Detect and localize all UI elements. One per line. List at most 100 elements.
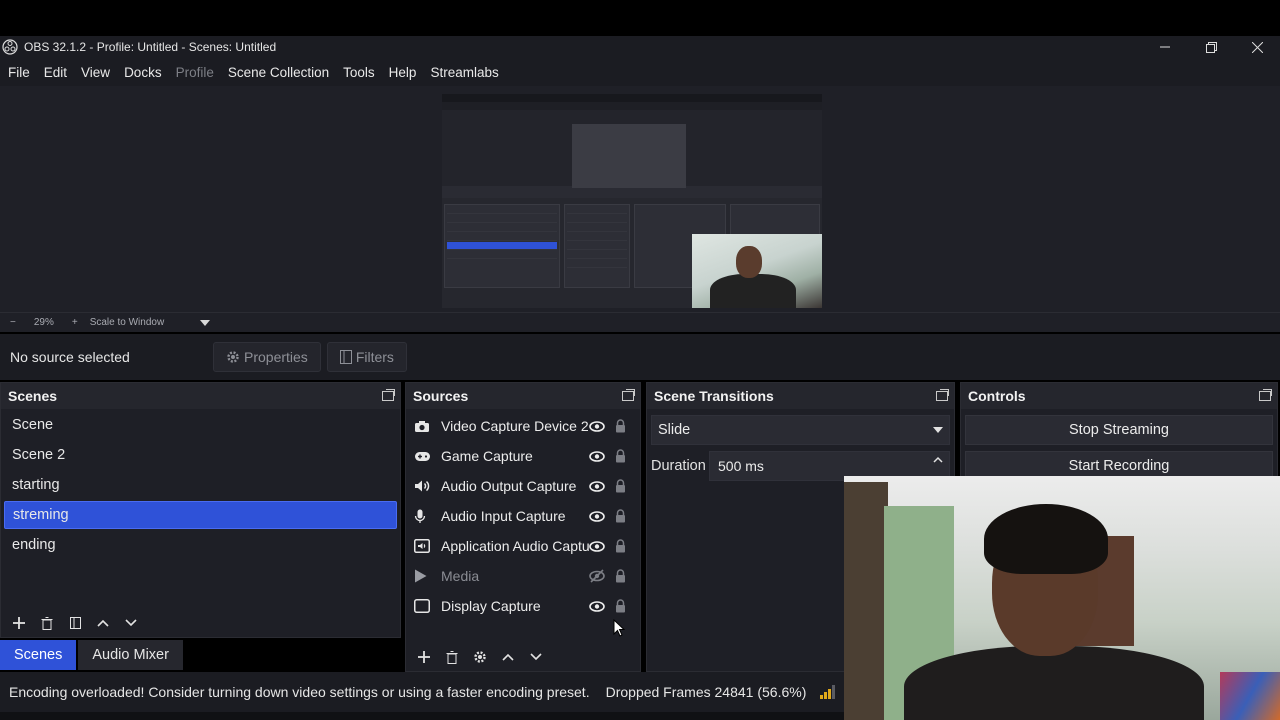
lock-icon[interactable] — [615, 449, 629, 463]
eye-icon[interactable] — [589, 600, 607, 612]
source-item[interactable]: Audio Input Capture — [406, 501, 640, 531]
properties-button[interactable]: Properties — [213, 342, 321, 372]
lock-icon[interactable] — [615, 479, 629, 493]
lock-icon[interactable] — [615, 569, 629, 583]
scenes-toolbar — [1, 609, 145, 637]
nested-obs-menubar — [442, 102, 822, 110]
tab-scenes[interactable]: Scenes — [0, 640, 77, 670]
mouse-cursor-icon — [613, 619, 625, 637]
add-source-button[interactable] — [410, 645, 438, 669]
undock-icon[interactable] — [936, 389, 949, 401]
chevron-up-icon[interactable] — [933, 456, 943, 463]
lock-icon[interactable] — [615, 419, 629, 433]
scene-filters-button[interactable] — [61, 611, 89, 635]
source-item[interactable]: Application Audio Capture — [406, 531, 640, 561]
lock-icon[interactable] — [615, 599, 629, 613]
eye-icon[interactable] — [589, 510, 607, 522]
sources-dock-header: Sources — [406, 383, 640, 409]
gear-icon — [474, 651, 486, 663]
lock-icon[interactable] — [615, 539, 629, 553]
zoom-out-button[interactable]: − — [10, 317, 16, 328]
minimize-button[interactable] — [1142, 36, 1188, 58]
menu-help[interactable]: Help — [389, 65, 417, 80]
source-item-label: Application Audio Capture — [441, 538, 589, 554]
transitions-dock-title: Scene Transitions — [654, 388, 774, 404]
menu-bar: File Edit View Docks Profile Scene Colle… — [0, 58, 1280, 86]
menu-docks[interactable]: Docks — [124, 65, 162, 80]
menu-streamlabs[interactable]: Streamlabs — [430, 65, 498, 80]
menu-scene-collection[interactable]: Scene Collection — [228, 65, 329, 80]
eye-slash-icon[interactable] — [589, 569, 607, 583]
nested-scenes-dock — [444, 204, 560, 288]
menu-tools[interactable]: Tools — [343, 65, 375, 80]
restore-button[interactable] — [1188, 36, 1234, 58]
scene-item-selected[interactable]: streming — [4, 501, 397, 529]
menu-profile[interactable]: Profile — [176, 65, 214, 80]
obs-logo-icon — [2, 39, 18, 55]
stop-streaming-button[interactable]: Stop Streaming — [965, 415, 1273, 445]
menu-edit[interactable]: Edit — [44, 65, 67, 80]
sources-toolbar — [406, 643, 550, 671]
minimize-icon — [1160, 46, 1170, 48]
filter-icon — [69, 617, 81, 629]
source-properties-button[interactable] — [466, 645, 494, 669]
nested-obs-canvas — [572, 124, 686, 188]
dock-tabs: Scenes Audio Mixer — [0, 640, 185, 670]
restore-icon — [1205, 41, 1217, 53]
chevron-down-icon — [933, 427, 943, 433]
source-item[interactable]: Game Capture — [406, 441, 640, 471]
camera-icon — [414, 420, 432, 433]
lock-icon[interactable] — [615, 509, 629, 523]
undock-icon[interactable] — [382, 389, 395, 401]
duration-label: Duration — [651, 458, 706, 474]
close-button[interactable] — [1234, 36, 1280, 58]
dropped-frames: Dropped Frames 24841 (56.6%) — [605, 684, 807, 700]
preview-canvas[interactable] — [442, 94, 822, 308]
eye-icon[interactable] — [589, 450, 607, 462]
source-item[interactable]: Display Capture — [406, 591, 640, 621]
scene-item-label: streming — [13, 507, 69, 523]
scene-item[interactable]: ending — [4, 531, 397, 559]
scene-item[interactable]: starting — [4, 471, 397, 499]
menu-view[interactable]: View — [81, 65, 110, 80]
source-item-label: Video Capture Device 2 — [441, 418, 589, 434]
zoom-in-button[interactable]: + — [72, 317, 78, 328]
eye-icon[interactable] — [589, 540, 607, 552]
scenes-dock-title: Scenes — [8, 388, 58, 404]
add-scene-button[interactable] — [5, 611, 33, 635]
move-source-up-button[interactable] — [494, 645, 522, 669]
filter-icon — [339, 350, 352, 364]
preview-area[interactable] — [0, 86, 1280, 312]
transition-select[interactable]: Slide — [651, 415, 950, 445]
source-item[interactable]: Video Capture Device 2 — [406, 411, 640, 441]
nested-obs-preview — [442, 110, 822, 188]
gear-icon — [227, 351, 239, 363]
scale-mode-dropdown[interactable] — [200, 319, 211, 326]
remove-scene-button[interactable] — [33, 611, 61, 635]
move-source-down-button[interactable] — [522, 645, 550, 669]
scene-item[interactable]: Scene 2 — [4, 441, 397, 469]
source-item[interactable]: Media — [406, 561, 640, 591]
duration-value: 500 ms — [718, 458, 764, 474]
nested-obs-titlebar — [442, 94, 822, 102]
controls-dock-header: Controls — [961, 383, 1277, 409]
menu-file[interactable]: File — [8, 65, 30, 80]
title-bar: OBS 32.1.2 - Profile: Untitled - Scenes:… — [0, 36, 1280, 58]
move-scene-down-button[interactable] — [117, 611, 145, 635]
remove-source-button[interactable] — [438, 645, 466, 669]
source-item[interactable]: Audio Output Capture — [406, 471, 640, 501]
scene-item[interactable]: Scene — [4, 411, 397, 439]
filters-button[interactable]: Filters — [326, 342, 407, 372]
tab-audio-mixer[interactable]: Audio Mixer — [78, 640, 183, 670]
eye-icon[interactable] — [589, 480, 607, 492]
undock-icon[interactable] — [1259, 389, 1272, 401]
zoom-level: 29% — [33, 317, 54, 328]
undock-icon[interactable] — [622, 389, 635, 401]
start-recording-label: Start Recording — [1068, 458, 1170, 474]
sources-dock-title: Sources — [413, 388, 469, 404]
eye-icon[interactable] — [589, 420, 607, 432]
scene-item-label: Scene 2 — [12, 447, 66, 463]
move-scene-up-button[interactable] — [89, 611, 117, 635]
window-title: OBS 32.1.2 - Profile: Untitled - Scenes:… — [24, 40, 277, 54]
chevron-up-icon — [97, 619, 109, 627]
